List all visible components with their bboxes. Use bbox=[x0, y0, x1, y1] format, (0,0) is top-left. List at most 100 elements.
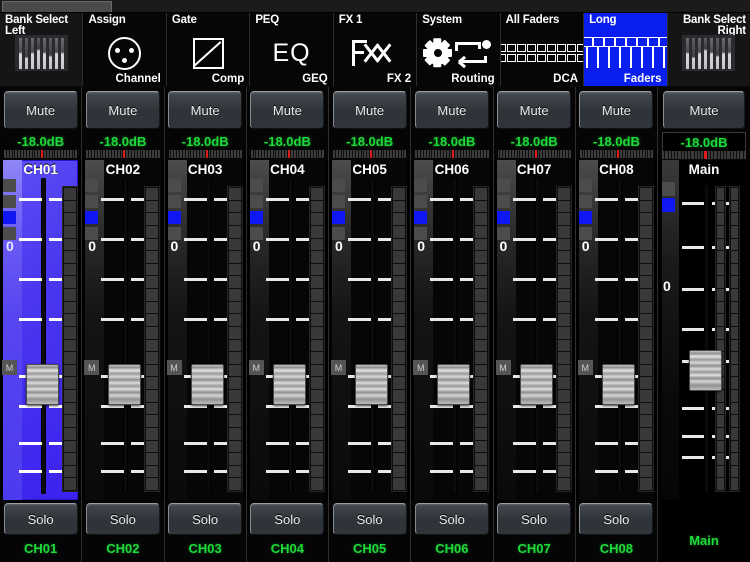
strip-indicator-2[interactable] bbox=[85, 195, 99, 208]
mute-button-ch02[interactable]: Mute bbox=[85, 91, 160, 129]
toolbar-button-assign-channel[interactable]: Assign Channel bbox=[83, 13, 167, 86]
solo-button-ch08[interactable]: Solo bbox=[579, 503, 654, 535]
channel-strip-main[interactable]: Main 0 bbox=[658, 160, 750, 500]
fader-track[interactable] bbox=[452, 178, 458, 494]
fader-scale-tick bbox=[183, 238, 207, 241]
strip-indicator-2[interactable] bbox=[578, 195, 592, 208]
fader-zero-label: 0 bbox=[88, 238, 97, 254]
fader-scale-tick bbox=[682, 407, 704, 410]
fader-scale-tick bbox=[19, 238, 42, 241]
fader-scale-tick bbox=[594, 442, 618, 445]
toolbar-button-bank-select-right[interactable]: Bank Select Right bbox=[667, 13, 750, 86]
solo-button-ch05[interactable]: Solo bbox=[332, 503, 407, 535]
strip-indicator-2[interactable] bbox=[167, 195, 181, 208]
strip-indicator-2[interactable] bbox=[662, 198, 675, 212]
fader-track[interactable] bbox=[287, 178, 293, 494]
channel-strip-ch04[interactable]: CH04 0 M bbox=[246, 160, 329, 500]
strip-indicator-1[interactable] bbox=[249, 179, 263, 192]
horizontal-level-meter bbox=[333, 150, 407, 158]
fader-handle[interactable] bbox=[272, 364, 306, 405]
window-titlebar bbox=[0, 0, 750, 13]
mute-button-row: Mute Mute Mute Mute Mute Mute Mute Mute Mute bbox=[0, 87, 750, 133]
strip-indicator-1[interactable] bbox=[414, 179, 428, 192]
strip-indicator-3[interactable] bbox=[332, 211, 345, 224]
strip-indicator-2[interactable] bbox=[3, 195, 16, 208]
fader-handle[interactable] bbox=[689, 350, 722, 391]
toolbar-button-bottom-label: Faders bbox=[623, 73, 662, 85]
strip-indicator-3[interactable] bbox=[496, 211, 510, 224]
fader-handle[interactable] bbox=[190, 364, 224, 405]
channel-name-label: CH05 bbox=[352, 162, 387, 177]
strip-indicator-2[interactable] bbox=[249, 195, 263, 208]
mute-button-ch03[interactable]: Mute bbox=[168, 91, 243, 129]
channel-strip-ch02[interactable]: CH02 0 M bbox=[82, 160, 165, 500]
strip-indicator-3[interactable] bbox=[578, 211, 592, 224]
fader-track[interactable] bbox=[123, 178, 129, 494]
solo-button-ch01[interactable]: Solo bbox=[3, 503, 78, 535]
mute-button-ch07[interactable]: Mute bbox=[497, 91, 572, 129]
fader-scale-tick bbox=[682, 202, 704, 205]
fader-handle[interactable] bbox=[601, 364, 635, 405]
channel-strip-ch07[interactable]: CH07 0 M bbox=[493, 160, 576, 500]
fader-track[interactable] bbox=[205, 178, 211, 494]
channel-strip-ch06[interactable]: CH06 0 M bbox=[411, 160, 494, 500]
channel-strip-ch03[interactable]: CH03 0 M bbox=[164, 160, 247, 500]
fader-handle[interactable] bbox=[355, 364, 388, 405]
mute-button-ch08[interactable]: Mute bbox=[579, 91, 654, 129]
strip-indicator-1[interactable] bbox=[662, 182, 675, 196]
solo-button-ch02[interactable]: Solo bbox=[85, 503, 160, 535]
strip-indicator-3[interactable] bbox=[3, 211, 16, 224]
fader-handle[interactable] bbox=[519, 364, 553, 405]
toolbar-button-gate-comp[interactable]: Gate Comp bbox=[166, 13, 251, 86]
strip-indicator-3[interactable] bbox=[85, 211, 99, 224]
strip-indicator-2[interactable] bbox=[496, 195, 510, 208]
horizontal-level-meter bbox=[168, 150, 242, 158]
toolbar-button-icon-wrap bbox=[167, 30, 249, 76]
fader-track[interactable] bbox=[41, 178, 46, 494]
channel-strip-ch05[interactable]: CH05 0 M bbox=[329, 160, 412, 500]
strip-indicator-1[interactable] bbox=[578, 179, 592, 192]
readout-cell: -18.0dB bbox=[411, 133, 494, 160]
strip-indicator-1[interactable] bbox=[332, 179, 345, 192]
channel-strip-ch01[interactable]: CH01 0 M bbox=[0, 160, 83, 500]
solo-button-ch04[interactable]: Solo bbox=[250, 503, 325, 535]
solo-button-ch03[interactable]: Solo bbox=[168, 503, 243, 535]
compressor-curve-icon bbox=[192, 37, 224, 69]
mute-button-main[interactable]: Mute bbox=[663, 91, 745, 129]
toolbar-button-system-routing[interactable]: System Routing bbox=[417, 13, 501, 86]
toolbar-button-fx1-fx2[interactable]: FX 1 FX 2 bbox=[333, 13, 418, 86]
fader-handle[interactable] bbox=[108, 364, 142, 405]
strip-indicator-1[interactable] bbox=[85, 179, 99, 192]
toolbar-button-long-faders[interactable]: Long Faders bbox=[584, 13, 668, 86]
strip-indicator-3[interactable] bbox=[249, 211, 263, 224]
strip-indicator-3[interactable] bbox=[167, 211, 181, 224]
fader-handle[interactable] bbox=[437, 364, 471, 405]
strip-indicator-3[interactable] bbox=[414, 211, 428, 224]
fader-handle[interactable] bbox=[26, 364, 59, 405]
toolbar-button-peq-geq[interactable]: PEQ EQ GEQ bbox=[250, 13, 334, 86]
strip-indicator-1[interactable] bbox=[167, 179, 181, 192]
mute-button-ch04[interactable]: Mute bbox=[250, 91, 325, 129]
level-readout-ch01: -18.0dB bbox=[17, 134, 65, 149]
toolbar-button-all-faders-dca[interactable]: All Faders DCA bbox=[500, 13, 585, 86]
fader-scale-tick bbox=[348, 278, 371, 281]
strip-indicator-2[interactable] bbox=[332, 195, 345, 208]
toolbar-button-top-label: Assign bbox=[88, 14, 126, 26]
fader-track[interactable] bbox=[704, 184, 709, 492]
strip-indicator-1[interactable] bbox=[3, 179, 16, 192]
fader-track[interactable] bbox=[370, 178, 375, 494]
solo-button-ch06[interactable]: Solo bbox=[414, 503, 489, 535]
fader-track[interactable] bbox=[616, 178, 622, 494]
fader-scale-tick bbox=[348, 405, 371, 408]
mute-button-ch05[interactable]: Mute bbox=[332, 91, 407, 129]
strip-indicator-1[interactable] bbox=[496, 179, 510, 192]
toolbar-button-bank-select-left[interactable]: Bank Select Left bbox=[0, 13, 84, 86]
titlebar-tab[interactable] bbox=[2, 1, 112, 12]
channel-strip-ch08[interactable]: CH08 0 M bbox=[575, 160, 658, 500]
mute-button-ch01[interactable]: Mute bbox=[3, 91, 78, 129]
solo-button-ch07[interactable]: Solo bbox=[497, 503, 572, 535]
readout-cell: -18.0dB bbox=[82, 133, 165, 160]
strip-indicator-2[interactable] bbox=[414, 195, 428, 208]
mute-button-ch06[interactable]: Mute bbox=[414, 91, 489, 129]
fader-track[interactable] bbox=[534, 178, 540, 494]
